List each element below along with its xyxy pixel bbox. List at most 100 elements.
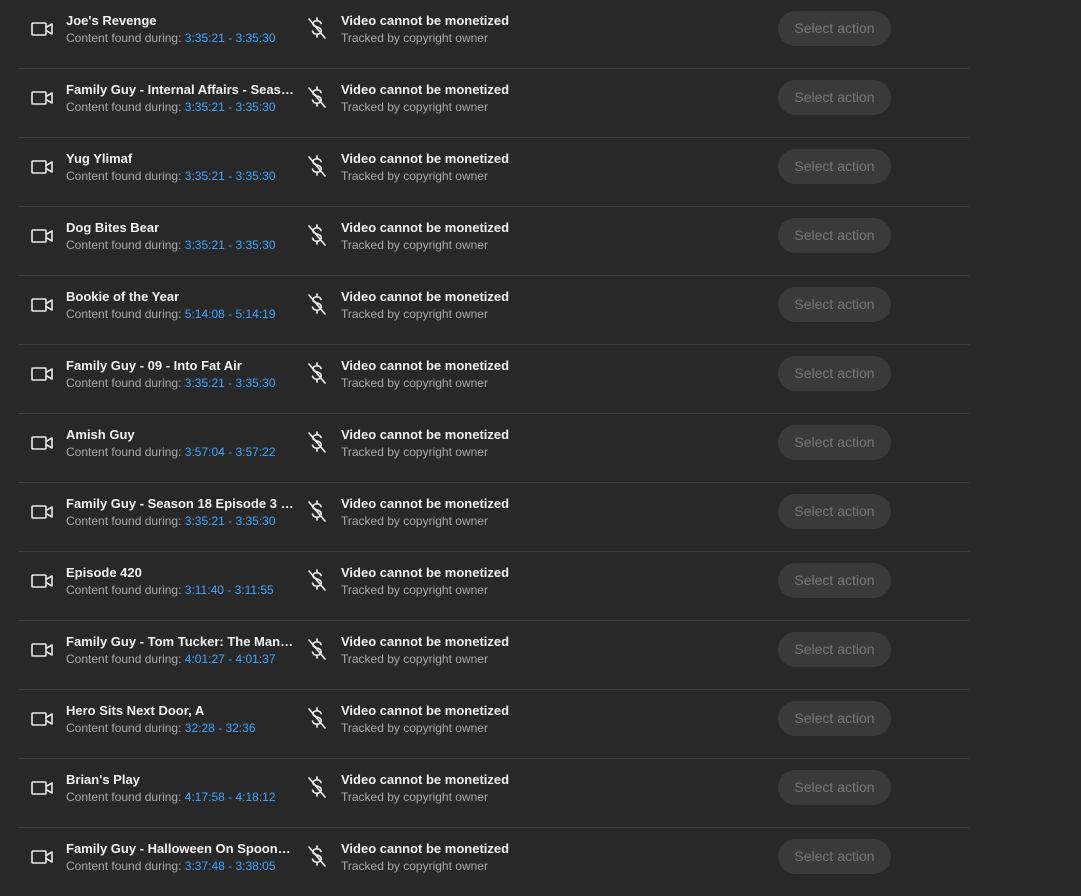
video-camera-icon	[31, 712, 53, 726]
video-title[interactable]: Dog Bites Bear	[66, 219, 294, 236]
select-action-button[interactable]: Select action	[778, 287, 891, 322]
select-action-button[interactable]: Select action	[778, 80, 891, 115]
video-info: Family Guy - Season 18 Episode 3 (A... C…	[66, 495, 294, 530]
tracked-text: Tracked by copyright owner	[341, 514, 488, 528]
monetization-status: Video cannot be monetized Tracked by cop…	[341, 564, 509, 599]
video-title[interactable]: Episode 420	[66, 564, 294, 581]
time-range-link[interactable]: 3:35:21 - 3:35:30	[185, 514, 276, 528]
content-found: Content found during: 32:28 - 32:36	[66, 719, 294, 737]
monetization-status: Video cannot be monetized Tracked by cop…	[341, 219, 509, 254]
monetization-status: Video cannot be monetized Tracked by cop…	[341, 495, 509, 530]
time-range-link[interactable]: 3:37:48 - 3:38:05	[185, 859, 276, 873]
content-found: Content found during: 4:17:58 - 4:18:12	[66, 788, 294, 806]
video-title[interactable]: Hero Sits Next Door, A	[66, 702, 294, 719]
video-camera-icon	[31, 643, 53, 657]
monetization-off-icon	[306, 16, 328, 42]
monetization-status: Video cannot be monetized Tracked by cop…	[341, 633, 509, 668]
time-range-link[interactable]: 3:57:04 - 3:57:22	[185, 445, 276, 459]
monetization-status: Video cannot be monetized Tracked by cop…	[341, 771, 509, 806]
time-range-link[interactable]: 32:28 - 32:36	[185, 721, 256, 735]
time-range-link[interactable]: 3:35:21 - 3:35:30	[185, 100, 276, 114]
content-found-label: Content found during:	[66, 652, 182, 666]
select-action-button[interactable]: Select action	[778, 563, 891, 598]
select-action-button[interactable]: Select action	[778, 701, 891, 736]
video-camera-icon	[31, 850, 53, 864]
video-info: Family Guy - Internal Affairs - Season .…	[66, 81, 294, 116]
time-range-link[interactable]: 3:11:40 - 3:11:55	[185, 583, 274, 597]
time-range-link[interactable]: 4:01:27 - 4:01:37	[185, 652, 276, 666]
video-title[interactable]: Yug Ylimaf	[66, 150, 294, 167]
content-found: Content found during: 3:57:04 - 3:57:22	[66, 443, 294, 461]
select-action-button[interactable]: Select action	[778, 356, 891, 391]
video-info: Amish Guy Content found during: 3:57:04 …	[66, 426, 294, 461]
status-text: Video cannot be monetized	[341, 703, 510, 718]
tracked-text: Tracked by copyright owner	[341, 445, 488, 459]
video-camera-icon	[31, 298, 53, 312]
select-action-button[interactable]: Select action	[778, 839, 891, 874]
content-found-label: Content found during:	[66, 31, 182, 45]
content-found: Content found during: 3:35:21 - 3:35:30	[66, 167, 294, 185]
time-range-link[interactable]: 3:35:21 - 3:35:30	[185, 376, 276, 390]
time-range-link[interactable]: 4:17:58 - 4:18:12	[185, 790, 276, 804]
time-range-link[interactable]: 5:14:08 - 5:14:19	[185, 307, 276, 321]
content-found-label: Content found during:	[66, 721, 182, 735]
video-title[interactable]: Family Guy - Internal Affairs - Season .…	[66, 81, 294, 98]
copyright-claims-list: Joe's Revenge Content found during: 3:35…	[18, 0, 969, 896]
select-action-button[interactable]: Select action	[778, 632, 891, 667]
tracked-text: Tracked by copyright owner	[341, 307, 488, 321]
video-title[interactable]: Brian's Play	[66, 771, 294, 788]
video-title[interactable]: Bookie of the Year	[66, 288, 294, 305]
monetization-off-icon	[306, 292, 328, 318]
video-title[interactable]: Family Guy - Tom Tucker: The Man an...	[66, 633, 294, 650]
claim-row: Bookie of the Year Content found during:…	[18, 276, 969, 345]
video-camera-icon	[31, 160, 53, 174]
content-found: Content found during: 3:35:21 - 3:35:30	[66, 98, 294, 116]
tracked-text: Tracked by copyright owner	[341, 100, 488, 114]
monetization-off-icon	[306, 85, 328, 111]
status-text: Video cannot be monetized	[341, 82, 510, 97]
select-action-button[interactable]: Select action	[778, 425, 891, 460]
tracked-text: Tracked by copyright owner	[341, 31, 488, 45]
select-action-button[interactable]: Select action	[778, 149, 891, 184]
monetization-status: Video cannot be monetized Tracked by cop…	[341, 81, 509, 116]
video-camera-icon	[31, 781, 53, 795]
video-info: Yug Ylimaf Content found during: 3:35:21…	[66, 150, 294, 185]
tracked-text: Tracked by copyright owner	[341, 721, 488, 735]
content-found: Content found during: 3:37:48 - 3:38:05	[66, 857, 294, 875]
time-range-link[interactable]: 3:35:21 - 3:35:30	[185, 169, 276, 183]
video-title[interactable]: Amish Guy	[66, 426, 294, 443]
select-action-button[interactable]: Select action	[778, 494, 891, 529]
content-found-label: Content found during:	[66, 514, 182, 528]
content-found-label: Content found during:	[66, 169, 182, 183]
content-found-label: Content found during:	[66, 445, 182, 459]
monetization-off-icon	[306, 361, 328, 387]
video-title[interactable]: Joe's Revenge	[66, 12, 294, 29]
tracked-text: Tracked by copyright owner	[341, 652, 488, 666]
select-action-button[interactable]: Select action	[778, 11, 891, 46]
claim-row: Family Guy - 09 - Into Fat Air Content f…	[18, 345, 969, 414]
video-title[interactable]: Family Guy - Season 18 Episode 3 (A...	[66, 495, 294, 512]
content-found-label: Content found during:	[66, 583, 182, 597]
claim-row: Family Guy - Internal Affairs - Season .…	[18, 69, 969, 138]
video-title[interactable]: Family Guy - 09 - Into Fat Air	[66, 357, 294, 374]
video-camera-icon	[31, 436, 53, 450]
content-found: Content found during: 3:11:40 - 3:11:55	[66, 581, 294, 599]
video-camera-icon	[31, 367, 53, 381]
claim-row: Amish Guy Content found during: 3:57:04 …	[18, 414, 969, 483]
select-action-button[interactable]: Select action	[778, 218, 891, 253]
time-range-link[interactable]: 3:35:21 - 3:35:30	[185, 238, 276, 252]
video-info: Family Guy - Tom Tucker: The Man an... C…	[66, 633, 294, 668]
video-title[interactable]: Family Guy - Halloween On Spooner S...	[66, 840, 294, 857]
time-range-link[interactable]: 3:35:21 - 3:35:30	[185, 31, 276, 45]
status-text: Video cannot be monetized	[341, 220, 510, 235]
content-found: Content found during: 3:35:21 - 3:35:30	[66, 236, 294, 254]
claim-row: Episode 420 Content found during: 3:11:4…	[18, 552, 969, 621]
video-camera-icon	[31, 91, 53, 105]
video-info: Brian's Play Content found during: 4:17:…	[66, 771, 294, 806]
video-info: Joe's Revenge Content found during: 3:35…	[66, 12, 294, 47]
video-info: Dog Bites Bear Content found during: 3:3…	[66, 219, 294, 254]
content-found: Content found during: 3:35:21 - 3:35:30	[66, 512, 294, 530]
claim-row: Family Guy - Tom Tucker: The Man an... C…	[18, 621, 969, 690]
tracked-text: Tracked by copyright owner	[341, 376, 488, 390]
select-action-button[interactable]: Select action	[778, 770, 891, 805]
